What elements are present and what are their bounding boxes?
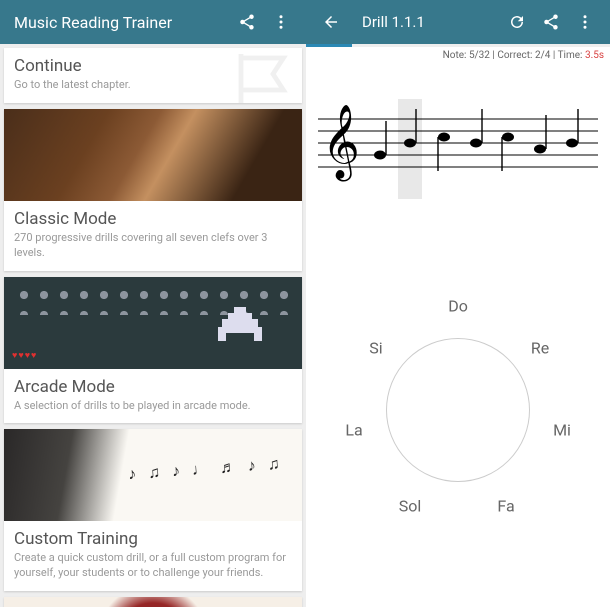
flag-icon xyxy=(216,48,302,103)
appbar-right: Drill 1.1.1 xyxy=(306,0,610,44)
overflow-menu-icon[interactable] xyxy=(568,5,602,39)
card-image-sheet xyxy=(4,429,302,521)
share-icon[interactable] xyxy=(534,5,568,39)
status-note-label: Note: xyxy=(443,50,467,61)
card-classic-mode[interactable]: Classic Mode 270 progressive drills cove… xyxy=(4,109,302,271)
note-do[interactable]: Do xyxy=(438,297,478,316)
card-image-violin xyxy=(4,109,302,201)
card-cutoff[interactable] xyxy=(4,597,302,607)
hearts-icon: ♥♥♥♥ xyxy=(12,350,37,361)
note-3 xyxy=(438,133,450,172)
status-correct-label: Correct: xyxy=(497,50,532,61)
app-title: Music Reading Trainer xyxy=(8,13,230,32)
note-sol[interactable]: Sol xyxy=(390,497,430,516)
note-6 xyxy=(534,115,546,154)
card-subtitle: Create a quick custom drill, or a full c… xyxy=(14,551,292,581)
back-icon[interactable] xyxy=(314,5,348,39)
status-time-value: 3.5s xyxy=(585,50,604,61)
note-7 xyxy=(566,109,578,148)
current-note-highlight xyxy=(398,99,422,199)
share-icon[interactable] xyxy=(230,5,264,39)
note-1 xyxy=(374,121,386,160)
card-title: Custom Training xyxy=(14,529,292,549)
note-re[interactable]: Re xyxy=(520,339,560,358)
wheel-ring xyxy=(386,338,530,482)
card-image-emblem xyxy=(4,597,302,607)
note-fa[interactable]: Fa xyxy=(486,497,526,516)
menu-list: Continue Go to the latest chapter. Class… xyxy=(0,44,306,607)
card-subtitle: A selection of drills to be played in ar… xyxy=(14,399,292,414)
drill-title: Drill 1.1.1 xyxy=(348,13,500,31)
appbar-left: Music Reading Trainer xyxy=(0,0,306,44)
card-continue[interactable]: Continue Go to the latest chapter. xyxy=(4,48,302,103)
card-subtitle: 270 progressive drills covering all seve… xyxy=(14,231,292,261)
card-title: Arcade Mode xyxy=(14,377,292,397)
note-4 xyxy=(470,109,482,148)
drill-screen: Drill 1.1.1 Note: 5/32 | Correct: 2/4 | … xyxy=(306,0,610,607)
status-note-value: 5/32 xyxy=(469,50,490,61)
staff-svg: 𝄞 xyxy=(314,99,602,199)
overflow-menu-icon[interactable] xyxy=(264,5,298,39)
note-mi[interactable]: Mi xyxy=(542,421,582,440)
music-staff: 𝄞 xyxy=(306,63,610,213)
note-si[interactable]: Si xyxy=(356,339,396,358)
card-custom-training[interactable]: Custom Training Create a quick custom dr… xyxy=(4,429,302,591)
status-correct-value: 2/4 xyxy=(535,50,550,61)
treble-clef-icon: 𝄞 xyxy=(322,106,360,182)
status-time-label: Time: xyxy=(558,50,583,61)
card-title: Classic Mode xyxy=(14,209,292,229)
note-5 xyxy=(502,133,514,172)
card-image-arcade: ♥♥♥♥ xyxy=(4,277,302,369)
card-arcade-mode[interactable]: ♥♥♥♥ Arcade Mode A selection of drills t… xyxy=(4,277,302,424)
status-bar: Note: 5/32 | Correct: 2/4 | Time: 3.5s xyxy=(306,47,610,63)
refresh-icon[interactable] xyxy=(500,5,534,39)
note-la[interactable]: La xyxy=(334,421,374,440)
note-wheel: Do Re Mi Fa Sol La Si xyxy=(306,213,610,607)
main-menu-screen: Music Reading Trainer Continue Go to the… xyxy=(0,0,306,607)
